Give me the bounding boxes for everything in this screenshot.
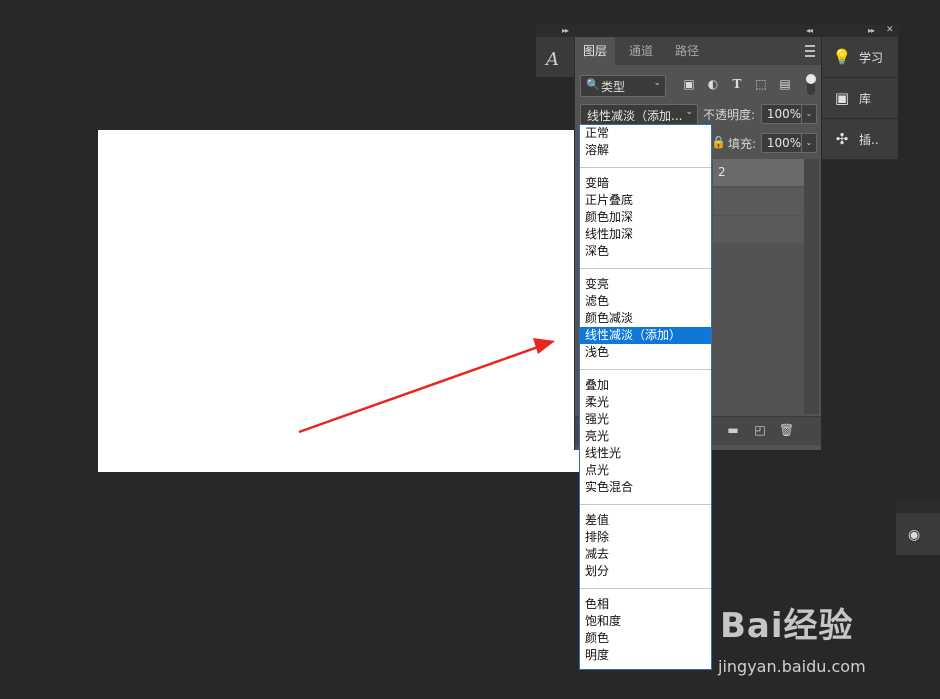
blend-option[interactable]: 浅色: [580, 344, 711, 361]
blend-option[interactable]: 滤色: [580, 293, 711, 310]
collapse-arrows-icon[interactable]: ▸▸: [562, 26, 569, 35]
tab-channels[interactable]: 通道: [621, 37, 661, 65]
side-item-library[interactable]: ▣ 库: [822, 78, 898, 119]
blend-option[interactable]: 正常: [580, 125, 711, 142]
shape-filter-icon[interactable]: ⬚: [754, 77, 768, 91]
library-icon: ▣: [834, 89, 850, 107]
new-layer-icon[interactable]: ◰: [753, 423, 767, 437]
panel-tabs: 图层 通道 路径: [575, 37, 821, 65]
blend-option[interactable]: 饱和度: [580, 613, 711, 630]
side-item-label: 学习: [859, 51, 884, 65]
dropdown-options: 正常 溶解变暗 正片叠底 颜色加深 线性加深 深色变亮 滤色 颜色减淡 线性减淡（添加） 浅色叠加…: [580, 125, 711, 664]
baidu-watermark-url: jingyan.baidu.com: [718, 657, 866, 676]
tab-paths[interactable]: 路径: [667, 37, 707, 65]
blend-option[interactable]: 变暗: [580, 175, 711, 192]
blend-option[interactable]: 颜色加深: [580, 209, 711, 226]
expand-arrows-icon[interactable]: ◂◂: [806, 26, 813, 35]
blend-option[interactable]: 实色混合: [580, 479, 711, 496]
blend-option[interactable]: 色相: [580, 596, 711, 613]
blend-option[interactable]: 排除: [580, 529, 711, 546]
search-icon: 🔍: [586, 78, 600, 91]
fill-label: 填充:: [728, 137, 757, 151]
dropdown-separator: [580, 580, 711, 596]
blend-option[interactable]: 叠加: [580, 377, 711, 394]
dock-grip[interactable]: [896, 501, 940, 513]
blend-option[interactable]: 线性加深: [580, 226, 711, 243]
side-item-plugins[interactable]: ✣ 插..: [822, 119, 898, 160]
smart-object-filter-icon[interactable]: ▤: [778, 77, 792, 91]
collapse-arrows-right-icon[interactable]: ▸▸: [868, 26, 875, 35]
side-item-learn[interactable]: 💡 学习: [822, 37, 898, 78]
opacity-label: 不透明度:: [703, 108, 756, 122]
blend-mode-dropdown-list: 正常 溶解变暗 正片叠底 颜色加深 线性加深 深色变亮 滤色 颜色减淡 线性减淡（添加） 浅色叠加…: [579, 124, 712, 670]
baidu-watermark-logo: Bai经验: [720, 606, 854, 646]
side-item-label: 库: [859, 92, 872, 106]
blend-mode-select[interactable]: 线性减淡（添加... ⌄: [580, 104, 698, 126]
dropdown-separator: [580, 361, 711, 377]
filter-toggle-switch[interactable]: [806, 74, 816, 95]
plugin-icon: ✣: [835, 130, 849, 148]
side-panel-header: ▸▸ ✕: [822, 25, 898, 37]
trash-icon[interactable]: 🗑: [779, 423, 794, 437]
blend-option[interactable]: 线性减淡（添加）: [580, 327, 711, 344]
blend-option[interactable]: 柔光: [580, 394, 711, 411]
dock-grip[interactable]: ▸▸: [536, 25, 574, 37]
layer-row-selected[interactable]: 2: [713, 159, 804, 186]
dropdown-separator: [580, 496, 711, 512]
dropdown-separator: [580, 159, 711, 175]
blend-option[interactable]: 亮光: [580, 428, 711, 445]
fill-dropdown-arrow[interactable]: ⌄: [801, 133, 817, 153]
blend-option[interactable]: 正片叠底: [580, 192, 711, 209]
opacity-dropdown-arrow[interactable]: ⌄: [801, 104, 817, 124]
image-filter-icon[interactable]: ▣: [682, 77, 696, 91]
blend-option[interactable]: 深色: [580, 243, 711, 260]
panel-icon[interactable]: ◉: [908, 527, 920, 543]
filter-kind-value: 类型: [601, 80, 626, 94]
adjustment-filter-icon[interactable]: ◐: [706, 77, 720, 91]
blend-option[interactable]: 差值: [580, 512, 711, 529]
blend-option[interactable]: 明度: [580, 647, 711, 664]
lightbulb-icon: 💡: [832, 48, 852, 66]
blend-option[interactable]: 颜色: [580, 630, 711, 647]
collapsed-dock-small: ◉: [896, 501, 940, 555]
blend-option[interactable]: 减去: [580, 546, 711, 563]
panel-menu-icon[interactable]: [805, 45, 815, 57]
filter-kind-select[interactable]: 🔍 类型 ⌄: [580, 75, 666, 97]
layer-row[interactable]: [713, 216, 804, 243]
chevron-down-icon: ⌄: [653, 78, 661, 88]
lock-icon[interactable]: 🔒: [711, 135, 726, 149]
layers-scrollbar[interactable]: [804, 159, 819, 414]
dropdown-separator: [580, 260, 711, 276]
blend-option[interactable]: 划分: [580, 563, 711, 580]
side-item-label: 插..: [859, 133, 879, 147]
blend-option[interactable]: 点光: [580, 462, 711, 479]
blend-option[interactable]: 线性光: [580, 445, 711, 462]
type-filter-icon[interactable]: T: [730, 77, 744, 91]
tab-layers[interactable]: 图层: [575, 37, 616, 65]
blend-option[interactable]: 变亮: [580, 276, 711, 293]
new-group-folder-icon[interactable]: ▬: [726, 423, 740, 437]
blend-option[interactable]: 溶解: [580, 142, 711, 159]
blend-option[interactable]: 强光: [580, 411, 711, 428]
layer-name: 2: [718, 165, 726, 179]
layer-row[interactable]: [713, 188, 804, 215]
side-collapsed-panels: 💡 学习 ▣ 库 ✣ 插..: [822, 37, 898, 160]
chevron-down-icon: ⌄: [685, 107, 693, 117]
character-panel-icon[interactable]: A: [546, 49, 559, 70]
collapsed-character-dock: ▸▸ A: [536, 25, 574, 77]
close-icon[interactable]: ✕: [886, 25, 893, 35]
blend-mode-value: 线性减淡（添加...: [587, 109, 683, 123]
blend-option[interactable]: 颜色减淡: [580, 310, 711, 327]
